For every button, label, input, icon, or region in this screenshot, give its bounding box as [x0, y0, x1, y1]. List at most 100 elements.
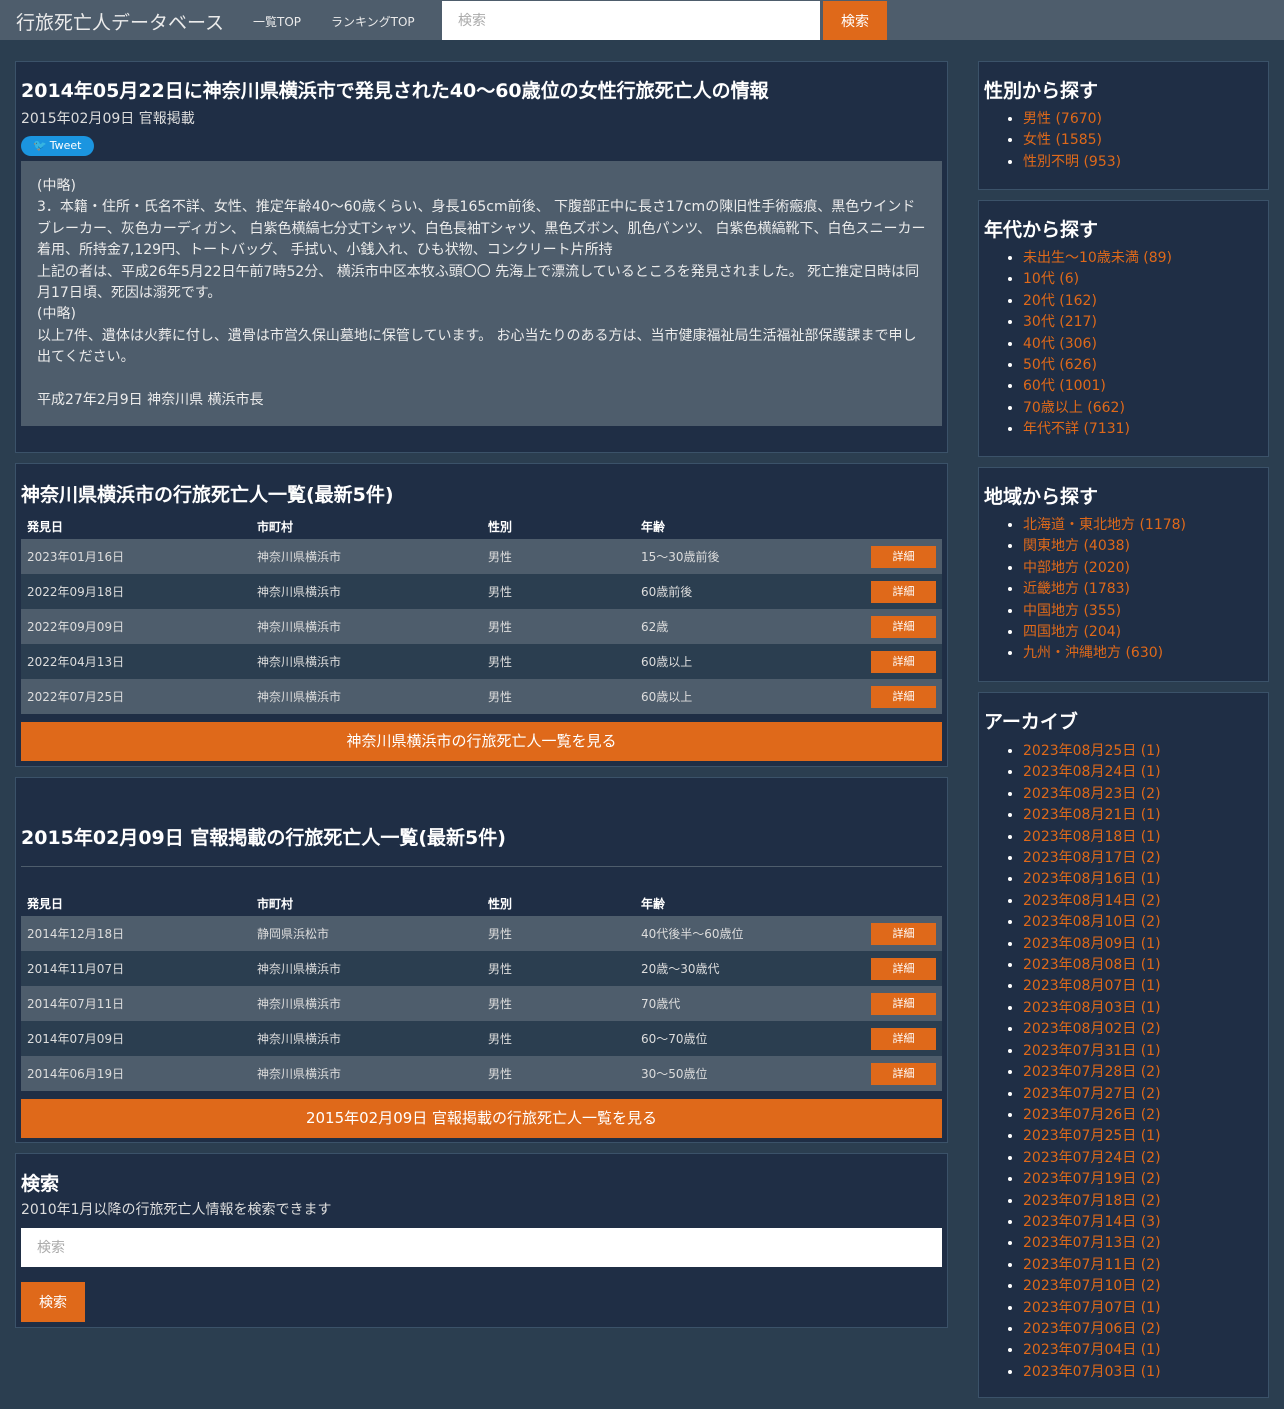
detail-button[interactable]: 詳細 — [871, 685, 936, 708]
list-item: 2023年08月08日 (1) — [1023, 955, 1161, 976]
cell-found-date: 2014年12月18日 — [21, 916, 251, 951]
archive-link[interactable]: 2023年07月31日 (1) — [1023, 1043, 1161, 1059]
detail-button[interactable]: 詳細 — [871, 922, 936, 945]
search-panel: 検索 2010年1月以降の行旅死亡人情報を検索できます 検索 — [15, 1153, 948, 1328]
age-link[interactable]: 未出生～10歳未満 (89) — [1023, 250, 1172, 266]
cell-gender: 男性 — [482, 1021, 635, 1056]
region-link[interactable]: 中部地方 (2020) — [1023, 560, 1130, 576]
nav-link-list-top[interactable]: 一覧TOP — [253, 13, 301, 30]
archive-link[interactable]: 2023年08月17日 (2) — [1023, 850, 1161, 866]
cell-gender: 男性 — [482, 679, 635, 714]
detail-button[interactable]: 詳細 — [871, 650, 936, 673]
tweet-button[interactable]: 🐦 Tweet — [21, 136, 94, 156]
detail-button[interactable]: 詳細 — [871, 580, 936, 603]
detail-button[interactable]: 詳細 — [871, 957, 936, 980]
detail-button[interactable]: 詳細 — [871, 992, 936, 1015]
age-link[interactable]: 60代 (1001) — [1023, 378, 1106, 394]
city-list-panel: 神奈川県横浜市の行旅死亡人一覧(最新5件) 発見日 市町村 性別 年齢 2023… — [15, 463, 948, 767]
detail-button[interactable]: 詳細 — [871, 1062, 936, 1085]
date-list-more-button[interactable]: 2015年02月09日 官報掲載の行旅死亡人一覧を見る — [21, 1099, 942, 1138]
archive-link[interactable]: 2023年07月18日 (2) — [1023, 1193, 1161, 1209]
list-item: 2023年07月14日 (3) — [1023, 1212, 1161, 1233]
list-item: 2023年07月04日 (1) — [1023, 1340, 1161, 1361]
region-link[interactable]: 関東地方 (4038) — [1023, 538, 1130, 554]
archive-link[interactable]: 2023年08月02日 (2) — [1023, 1021, 1161, 1037]
archive-link[interactable]: 2023年08月23日 (2) — [1023, 786, 1161, 802]
archive-link[interactable]: 2023年07月13日 (2) — [1023, 1235, 1161, 1251]
nav-search-button[interactable]: 検索 — [823, 1, 887, 40]
archive-link[interactable]: 2023年07月19日 (2) — [1023, 1171, 1161, 1187]
date-list-table: 発見日 市町村 性別 年齢 2014年12月18日 静岡県浜松市 男性 40代後… — [21, 890, 942, 1091]
cell-age: 60歳前後 — [635, 574, 865, 609]
age-panel: 年代から探す 未出生～10歳未満 (89) 10代 (6) 20代 (162) … — [978, 200, 1269, 457]
archive-link[interactable]: 2023年07月06日 (2) — [1023, 1321, 1161, 1337]
archive-link[interactable]: 2023年07月11日 (2) — [1023, 1257, 1161, 1273]
age-link[interactable]: 20代 (162) — [1023, 293, 1097, 309]
archive-link[interactable]: 2023年07月07日 (1) — [1023, 1300, 1161, 1316]
nav-link-ranking-top[interactable]: ランキングTOP — [331, 13, 415, 30]
archive-panel: アーカイブ 2023年08月25日 (1)2023年08月24日 (1)2023… — [978, 692, 1269, 1398]
age-link[interactable]: 50代 (626) — [1023, 357, 1097, 373]
column-header: 発見日 — [27, 896, 64, 911]
archive-link[interactable]: 2023年08月10日 (2) — [1023, 914, 1161, 930]
archive-link[interactable]: 2023年08月08日 (1) — [1023, 957, 1161, 973]
age-link[interactable]: 30代 (217) — [1023, 314, 1097, 330]
detail-button[interactable]: 詳細 — [871, 1027, 936, 1050]
list-item: 四国地方 (204) — [1023, 622, 1186, 643]
region-link[interactable]: 四国地方 (204) — [1023, 624, 1121, 640]
archive-link[interactable]: 2023年07月03日 (1) — [1023, 1364, 1161, 1380]
site-brand[interactable]: 行旅死亡人データベース — [16, 8, 224, 35]
gender-title: 性別から探す — [984, 80, 1099, 102]
age-link[interactable]: 年代不詳 (7131) — [1023, 421, 1130, 437]
gender-link[interactable]: 男性 (7670) — [1023, 111, 1102, 127]
archive-link[interactable]: 2023年07月28日 (2) — [1023, 1064, 1161, 1080]
region-link[interactable]: 中国地方 (355) — [1023, 603, 1121, 619]
list-item: 40代 (306) — [1023, 334, 1172, 355]
archive-link[interactable]: 2023年08月03日 (1) — [1023, 1000, 1161, 1016]
archive-link[interactable]: 2023年07月27日 (2) — [1023, 1086, 1161, 1102]
article-body-line — [37, 369, 928, 390]
column-header: 市町村 — [257, 896, 294, 911]
archive-link[interactable]: 2023年07月14日 (3) — [1023, 1214, 1161, 1230]
detail-button[interactable]: 詳細 — [871, 545, 936, 568]
article-body-line: 3．本籍・住所・氏名不詳、女性、推定年齢40～60歳くらい、身長165cm前後、… — [37, 199, 926, 259]
nav-search-input[interactable] — [442, 1, 820, 40]
age-link[interactable]: 10代 (6) — [1023, 271, 1079, 287]
archive-link[interactable]: 2023年08月07日 (1) — [1023, 978, 1161, 994]
city-list-more-button[interactable]: 神奈川県横浜市の行旅死亡人一覧を見る — [21, 722, 942, 761]
region-link[interactable]: 九州・沖縄地方 (630) — [1023, 645, 1163, 661]
cell-age: 62歳 — [635, 609, 865, 644]
cell-age: 60歳以上 — [635, 644, 865, 679]
archive-link[interactable]: 2023年08月18日 (1) — [1023, 829, 1161, 845]
archive-link[interactable]: 2023年07月04日 (1) — [1023, 1342, 1161, 1358]
detail-button[interactable]: 詳細 — [871, 615, 936, 638]
age-link[interactable]: 70歳以上 (662) — [1023, 400, 1125, 416]
archive-link[interactable]: 2023年08月16日 (1) — [1023, 871, 1161, 887]
gender-panel: 性別から探す 男性 (7670) 女性 (1585) 性別不明 (953) — [978, 61, 1269, 190]
archive-link[interactable]: 2023年07月26日 (2) — [1023, 1107, 1161, 1123]
list-item: 60代 (1001) — [1023, 376, 1172, 397]
archive-link[interactable]: 2023年08月25日 (1) — [1023, 743, 1161, 759]
archive-link[interactable]: 2023年07月24日 (2) — [1023, 1150, 1161, 1166]
navbar: 行旅死亡人データベース 一覧TOP ランキングTOP 検索 — [0, 0, 1284, 40]
archive-list: 2023年08月25日 (1) 2023年08月24日 (1) 2023年08月23… — [984, 741, 1161, 1383]
archive-link[interactable]: 2023年08月24日 (1) — [1023, 764, 1161, 780]
region-link[interactable]: 近畿地方 (1783) — [1023, 581, 1130, 597]
gender-link[interactable]: 女性 (1585) — [1023, 132, 1102, 148]
search-button[interactable]: 検索 — [21, 1282, 85, 1322]
article-date: 2015年02月09日 官報掲載 — [21, 111, 195, 127]
date-list-title: 2015年02月09日 官報掲載の行旅死亡人一覧(最新5件) — [21, 827, 506, 849]
list-item: 2023年08月25日 (1) — [1023, 741, 1161, 762]
region-link[interactable]: 北海道・東北地方 (1178) — [1023, 517, 1186, 533]
archive-link[interactable]: 2023年07月10日 (2) — [1023, 1278, 1161, 1294]
gender-link[interactable]: 性別不明 (953) — [1023, 154, 1121, 170]
table-row: 2014年07月09日 神奈川県横浜市 男性 60～70歳位 詳細 — [21, 1021, 942, 1056]
archive-link[interactable]: 2023年07月25日 (1) — [1023, 1128, 1161, 1144]
cell-age: 70歳代 — [635, 986, 865, 1021]
archive-link[interactable]: 2023年08月21日 (1) — [1023, 807, 1161, 823]
age-link[interactable]: 40代 (306) — [1023, 336, 1097, 352]
list-item: 2023年07月06日 (2) — [1023, 1319, 1161, 1340]
search-input[interactable] — [21, 1228, 942, 1267]
archive-link[interactable]: 2023年08月14日 (2) — [1023, 893, 1161, 909]
archive-link[interactable]: 2023年08月09日 (1) — [1023, 936, 1161, 952]
